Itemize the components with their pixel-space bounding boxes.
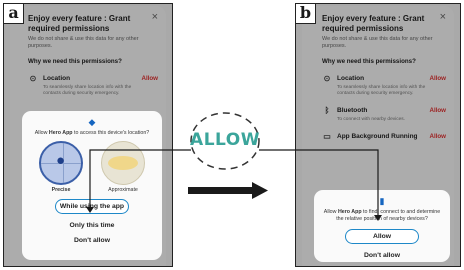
dialog-prefix: Allow <box>34 130 49 136</box>
allow-button[interactable]: Allow <box>345 229 419 244</box>
precise-label: Precise <box>51 187 71 193</box>
allow-annotation-label: ALLOW <box>190 130 260 150</box>
screenshot-panel-b: b Enjoy every feature : Grant required p… <box>295 3 461 267</box>
accuracy-options: ● Precise Approximate <box>22 141 162 193</box>
dialog-message: Allow Hero App to access this device's l… <box>22 128 162 137</box>
nearby-devices-dialog: ▮ Allow Hero App to find, connect to and… <box>314 190 450 262</box>
panel-b-tag: b <box>296 4 316 24</box>
app-name: Hero App <box>337 209 362 215</box>
dialog-message: Allow Hero App to find, connect to and d… <box>314 207 450 223</box>
dont-allow-button[interactable]: Don't allow <box>22 237 162 244</box>
dont-allow-button[interactable]: Don't allow <box>314 252 450 259</box>
map-pin-icon: ● <box>56 152 66 169</box>
app-name: Hero App <box>48 130 73 136</box>
big-arrow-head <box>252 182 268 199</box>
big-arrow-shaft <box>188 187 252 194</box>
nearby-devices-icon: ▮ <box>379 196 385 206</box>
panel-a-tag: a <box>4 4 24 24</box>
while-using-app-button[interactable]: While using the app <box>55 199 129 214</box>
approximate-option[interactable]: Approximate <box>101 141 145 193</box>
screenshot-panel-a: a Enjoy every feature : Grant required p… <box>3 3 173 267</box>
dialog-suffix: to access this device's location? <box>72 130 150 136</box>
approximate-label: Approximate <box>108 187 138 193</box>
approximate-map-image <box>101 141 145 185</box>
location-permission-dialog: ◆ Allow Hero App to access this device's… <box>22 111 162 260</box>
precise-option[interactable]: ● Precise <box>39 141 83 193</box>
only-this-time-button[interactable]: Only this time <box>22 222 162 229</box>
precise-map-image: ● <box>39 141 83 185</box>
dialog-prefix: Allow <box>323 209 338 215</box>
location-icon: ◆ <box>88 117 96 127</box>
